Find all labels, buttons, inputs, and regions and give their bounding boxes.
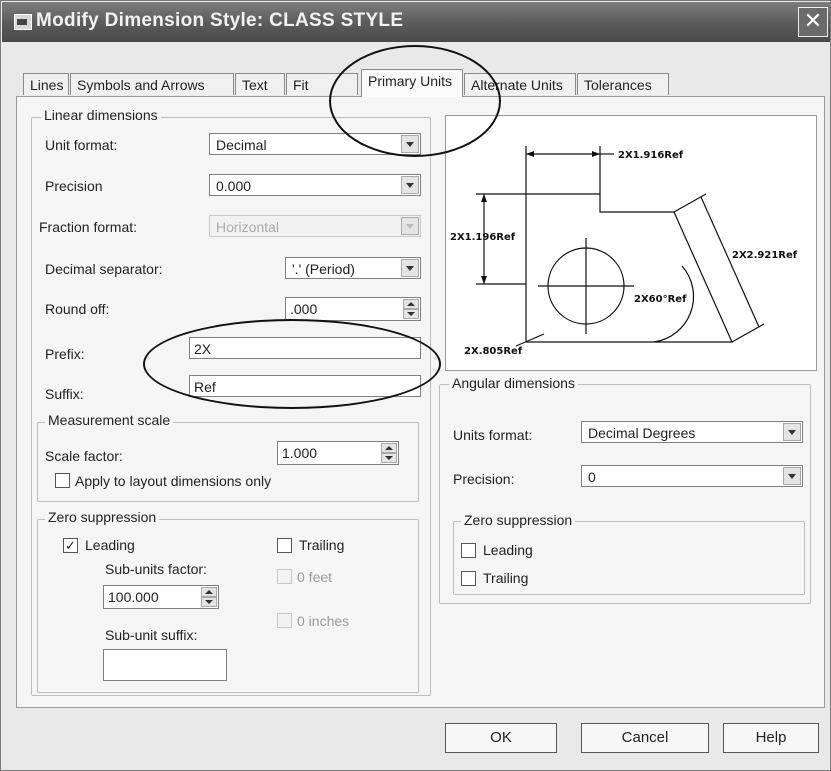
round-off-value: .000 — [290, 301, 318, 317]
sub-unit-suffix-field[interactable] — [103, 649, 227, 681]
precision-select[interactable]: 0.000 — [209, 174, 421, 196]
fraction-format-value: Horizontal — [216, 219, 280, 235]
spin-down-icon[interactable] — [403, 309, 419, 319]
units-format-value: Decimal Degrees — [588, 425, 696, 441]
unit-format-value: Decimal — [216, 137, 267, 153]
close-button[interactable]: ✕ — [798, 7, 828, 37]
title-bar: Modify Dimension Style: CLASS STYLE ✕ — [2, 2, 830, 42]
cancel-button[interactable]: Cancel — [581, 723, 709, 753]
part-outline — [525, 193, 733, 343]
sub-units-factor-label: Sub-units factor: — [105, 561, 207, 577]
apply-layout-label: Apply to layout dimensions only — [75, 473, 272, 489]
prefix-field[interactable]: 2X — [189, 337, 421, 359]
fraction-format-select: Horizontal — [209, 215, 421, 237]
unit-format-select[interactable]: Decimal — [209, 133, 421, 155]
spin-up-icon[interactable] — [403, 299, 419, 309]
angular-trailing-label: Trailing — [483, 570, 529, 586]
dim-right-label: 2X2.921Ref — [732, 250, 798, 261]
sub-units-factor-value: 100.000 — [108, 589, 159, 605]
scale-factor-value: 1.000 — [282, 445, 318, 461]
zero-suppression-angular-label: Zero suppression — [461, 512, 576, 528]
units-format-select[interactable]: Decimal Degrees — [581, 421, 803, 443]
dialog-title: Modify Dimension Style: CLASS STYLE — [36, 10, 404, 31]
tab-fit[interactable]: Fit — [286, 73, 358, 95]
spin-down-icon[interactable] — [201, 597, 217, 607]
tab-tolerances[interactable]: Tolerances — [577, 73, 669, 95]
chevron-down-icon[interactable] — [783, 423, 801, 441]
chevron-down-icon[interactable] — [401, 259, 419, 277]
dim-angle-label: 2X60°Ref — [634, 294, 687, 305]
scale-factor-label: Scale factor: — [45, 448, 123, 464]
dim-left-label: 2X1.196Ref — [450, 232, 516, 243]
spin-down-icon[interactable] — [381, 453, 397, 463]
suffix-field[interactable]: Ref — [189, 375, 421, 397]
trailing-checkbox[interactable] — [277, 538, 292, 553]
angular-precision-label: Precision: — [453, 471, 515, 487]
modify-dimension-style-dialog: Modify Dimension Style: CLASS STYLE ✕ Li… — [0, 0, 831, 771]
decimal-separator-value: '.' (Period) — [292, 261, 355, 277]
leading-checkbox[interactable]: ✓ — [63, 538, 78, 553]
measurement-scale-label: Measurement scale — [45, 412, 174, 428]
prefix-label: Prefix: — [45, 346, 85, 362]
zero-feet-checkbox — [277, 569, 292, 584]
angular-precision-value: 0 — [588, 469, 596, 485]
tab-symbols-and-arrows[interactable]: Symbols and Arrows — [70, 73, 234, 95]
help-button[interactable]: Help — [723, 723, 819, 753]
chevron-down-icon — [401, 217, 419, 235]
angular-dimensions-label: Angular dimensions — [449, 375, 578, 391]
tab-lines[interactable]: Lines — [23, 73, 69, 95]
decimal-separator-select[interactable]: '.' (Period) — [285, 257, 421, 279]
chevron-down-icon[interactable] — [401, 176, 419, 194]
tab-primary-units[interactable]: Primary Units — [361, 69, 463, 97]
chevron-down-icon[interactable] — [783, 467, 801, 485]
spin-up-icon[interactable] — [201, 587, 217, 597]
units-format-label: Units format: — [453, 427, 533, 443]
suffix-label: Suffix: — [45, 386, 84, 402]
zero-inches-checkbox — [277, 613, 292, 628]
tab-text[interactable]: Text — [235, 73, 285, 95]
fraction-format-label: Fraction format: — [39, 219, 138, 235]
trailing-label: Trailing — [299, 537, 345, 553]
precision-value: 0.000 — [216, 178, 252, 194]
tab-alternate-units[interactable]: Alternate Units — [464, 73, 576, 95]
chevron-down-icon[interactable] — [401, 135, 419, 153]
zero-suppression-linear-label: Zero suppression — [45, 509, 160, 525]
round-off-spinner[interactable]: .000 — [285, 297, 421, 321]
preview-drawing: 2X1.916Ref 2X1.196Ref 2X2.921Ref 2X60°Re… — [450, 146, 798, 357]
angular-leading-label: Leading — [483, 542, 533, 558]
round-off-label: Round off: — [45, 301, 110, 317]
decimal-separator-label: Decimal separator: — [45, 261, 163, 277]
dim-radius-label: 2X.805Ref — [464, 346, 523, 357]
sub-units-factor-spinner[interactable]: 100.000 — [103, 585, 219, 609]
unit-format-label: Unit format: — [45, 137, 118, 153]
sub-unit-suffix-label: Sub-unit suffix: — [105, 627, 198, 643]
angular-leading-checkbox[interactable] — [461, 543, 476, 558]
dim-top-label: 2X1.916Ref — [618, 150, 684, 161]
ok-button[interactable]: OK — [445, 723, 557, 753]
angular-trailing-checkbox[interactable] — [461, 571, 476, 586]
zero-inches-label: 0 inches — [297, 613, 350, 629]
dimension-preview: 2X1.916Ref 2X1.196Ref 2X2.921Ref 2X60°Re… — [445, 115, 817, 371]
spin-up-icon[interactable] — [381, 443, 397, 453]
angular-precision-select[interactable]: 0 — [581, 465, 803, 487]
apply-layout-checkbox[interactable] — [55, 473, 70, 488]
leading-label: Leading — [85, 537, 135, 553]
precision-label: Precision — [45, 178, 103, 194]
scale-factor-spinner[interactable]: 1.000 — [277, 441, 399, 465]
dialog-app-icon — [14, 14, 32, 30]
zero-feet-label: 0 feet — [297, 569, 333, 585]
linear-dimensions-label: Linear dimensions — [41, 107, 161, 123]
